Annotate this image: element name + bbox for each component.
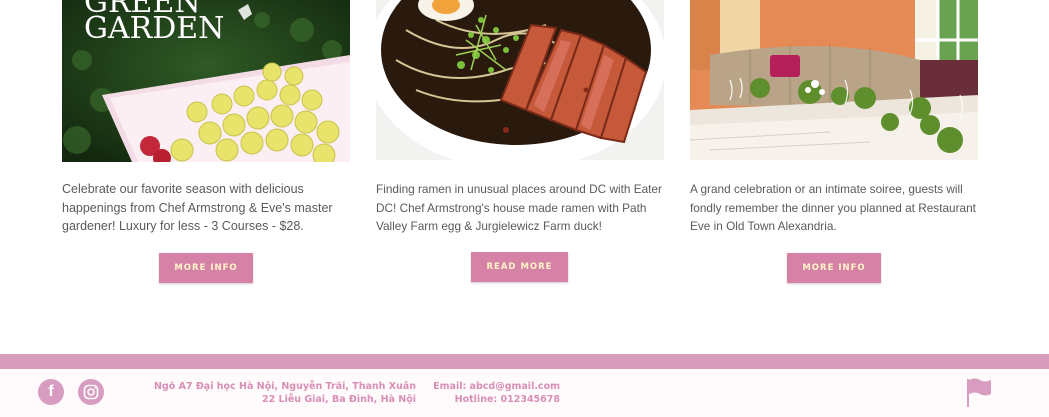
read-more-button[interactable]: READ MORE — [471, 252, 568, 282]
card-image-dining-room[interactable] — [690, 0, 978, 160]
card-description: Celebrate our favorite season with delic… — [62, 182, 333, 233]
footer-address-line1: Ngõ A7 Đại học Hà Nội, Nguyễn Trãi, Than… — [153, 381, 416, 392]
footer-address-line2: 22 Liễu Giai, Ba Đình, Hà Nội — [261, 394, 416, 405]
card-image-green-garden[interactable]: GREEN GARDEN — [62, 0, 350, 162]
card-image-ramen[interactable] — [376, 0, 664, 160]
footer-hotline[interactable]: Hotline: 012345678 — [455, 394, 560, 405]
instagram-icon[interactable] — [78, 379, 104, 405]
card-description: Finding ramen in unusual places around D… — [376, 182, 662, 233]
card-image-title-line2: GARDEN — [84, 11, 224, 46]
facebook-glyph: f — [48, 383, 54, 400]
card-description: A grand celebration or an intimate soire… — [690, 182, 976, 233]
site-footer: f Ngõ A7 Đại học Hà Nội, Nguyễn Trãi, Th… — [0, 369, 1049, 417]
more-info-button[interactable]: MORE INFO — [159, 253, 253, 283]
more-info-button[interactable]: MORE INFO — [787, 253, 881, 283]
footer-divider-bar — [0, 354, 1049, 369]
flag-icon[interactable] — [966, 377, 992, 407]
facebook-icon[interactable]: f — [38, 379, 64, 405]
footer-email[interactable]: Email: abcd@gmail.com — [433, 381, 560, 392]
